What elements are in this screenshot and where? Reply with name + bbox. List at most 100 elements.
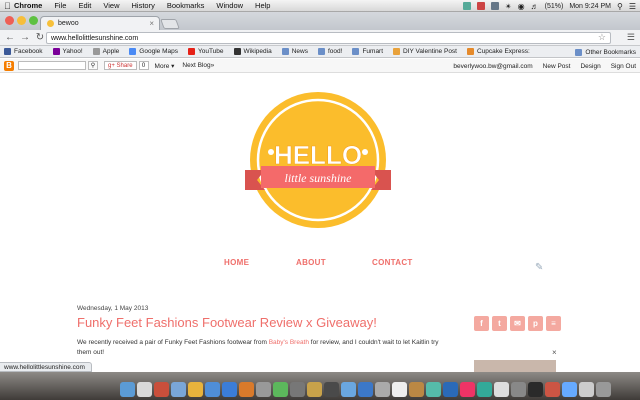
blog-search-input[interactable]: [18, 61, 86, 70]
dock-app-icon[interactable]: [392, 382, 407, 397]
menu-app[interactable]: Chrome: [14, 1, 42, 10]
apple-menu-icon[interactable]: : [4, 0, 14, 12]
next-blog-link[interactable]: Next Blog»: [182, 62, 214, 69]
facebook-icon[interactable]: f: [474, 316, 489, 331]
blog-logo[interactable]: HELLO little sunshine: [243, 90, 393, 240]
dock-app-icon[interactable]: [307, 382, 322, 397]
dock-app-icon[interactable]: [460, 382, 475, 397]
dock-app-icon[interactable]: [324, 382, 339, 397]
settings-menu-icon[interactable]: ☰: [627, 32, 635, 43]
dock-app-icon[interactable]: [358, 382, 373, 397]
dock-app-icon[interactable]: [494, 382, 509, 397]
status-app-icon[interactable]: [476, 2, 485, 10]
search-icon[interactable]: ⚲: [88, 61, 98, 70]
back-arrow-icon[interactable]: ←: [4, 32, 16, 43]
wifi-icon[interactable]: ◉: [518, 2, 525, 11]
bookmark-item[interactable]: News: [281, 48, 308, 55]
status-app-icon[interactable]: [462, 2, 471, 10]
dock-app-icon[interactable]: [239, 382, 254, 397]
bookmark-item[interactable]: Google Maps: [129, 48, 178, 55]
dock-app-icon[interactable]: [120, 382, 135, 397]
bluetooth-icon[interactable]: ✴: [505, 2, 512, 11]
dock-app-icon[interactable]: [205, 382, 220, 397]
dock-app-icon[interactable]: [154, 382, 169, 397]
bookmark-star-icon[interactable]: ☆: [598, 32, 606, 43]
dock-app-icon[interactable]: [511, 382, 526, 397]
dock-app-icon[interactable]: [443, 382, 458, 397]
dock-app-icon[interactable]: [375, 382, 390, 397]
gadget-edit-icon[interactable]: ✎: [535, 262, 543, 273]
bookmark-item[interactable]: Facebook: [4, 48, 43, 55]
tab-active[interactable]: bewoo ×: [40, 16, 160, 30]
sign-out-link[interactable]: Sign Out: [611, 63, 636, 70]
dock-app-icon[interactable]: [545, 382, 560, 397]
post-body-link[interactable]: Baby's Breath: [269, 339, 309, 346]
post-title[interactable]: Funky Feet Fashions Footwear Review x Gi…: [77, 315, 377, 330]
rss-icon[interactable]: ≡: [546, 316, 561, 331]
forward-arrow-icon[interactable]: →: [19, 32, 31, 43]
bookmark-item[interactable]: Apple: [92, 48, 119, 55]
blogger-logo-icon[interactable]: B: [4, 60, 14, 71]
bookmark-label: Wikipedia: [243, 48, 272, 55]
dock-app-icon[interactable]: [290, 382, 305, 397]
email-icon[interactable]: ✉: [510, 316, 525, 331]
reload-icon[interactable]: ↻: [34, 32, 46, 43]
bookmark-item[interactable]: DIY Valentine Post: [393, 48, 457, 55]
dock-app-icon[interactable]: [562, 382, 577, 397]
notification-center-icon[interactable]: ☰: [629, 2, 636, 11]
close-icon[interactable]: ×: [552, 348, 557, 357]
twitter-icon[interactable]: t: [492, 316, 507, 331]
dock-app-icon[interactable]: [188, 382, 203, 397]
dock-app-icon[interactable]: [137, 382, 152, 397]
other-bookmarks[interactable]: Other Bookmarks: [575, 46, 636, 58]
google-plus-share-button[interactable]: g+ Share: [104, 61, 137, 70]
bookmark-item[interactable]: Wikipedia: [233, 48, 272, 55]
address-bar-url[interactable]: www.hellolittlesunshine.com: [51, 35, 138, 42]
dock-app-icon[interactable]: [171, 382, 186, 397]
nav-contact[interactable]: CONTACT: [372, 258, 413, 267]
bookmark-item[interactable]: YouTube: [187, 48, 224, 55]
menu-file[interactable]: File: [54, 1, 66, 10]
bookmark-item[interactable]: Yahoo!: [52, 48, 83, 55]
dock-app-icon[interactable]: [579, 382, 594, 397]
bookmark-favicon-icon: [129, 48, 137, 55]
dock-app-icon[interactable]: [273, 382, 288, 397]
bookmark-item[interactable]: food!: [317, 48, 342, 55]
sidebar-profile-image[interactable]: [474, 360, 556, 372]
dock-app-icon[interactable]: [222, 382, 237, 397]
dock-app-icon[interactable]: [341, 382, 356, 397]
dock-app-icon[interactable]: [256, 382, 271, 397]
dock-app-icon[interactable]: [426, 382, 441, 397]
menu-edit[interactable]: Edit: [78, 1, 91, 10]
volume-icon[interactable]: ♬: [531, 2, 539, 11]
address-bar[interactable]: www.hellolittlesunshine.com ☆: [46, 32, 611, 44]
new-post-link[interactable]: New Post: [543, 63, 571, 70]
pinterest-icon[interactable]: p: [528, 316, 543, 331]
new-tab-button[interactable]: [160, 19, 180, 29]
menu-view[interactable]: View: [103, 1, 119, 10]
menu-history[interactable]: History: [132, 1, 155, 10]
bookmark-item[interactable]: Fumart: [352, 48, 383, 55]
account-email[interactable]: beverlywoo.bw@gmail.com: [453, 63, 532, 70]
more-menu[interactable]: More ▾: [155, 62, 175, 70]
window-close-button[interactable]: [5, 16, 14, 25]
tab-close-icon[interactable]: ×: [149, 19, 154, 28]
window-zoom-button[interactable]: [29, 16, 38, 25]
battery-indicator[interactable]: (51%): [545, 3, 564, 10]
bookmark-item[interactable]: Cupcake Express:: [467, 48, 530, 55]
menu-help[interactable]: Help: [255, 1, 270, 10]
spotlight-search-icon[interactable]: ⚲: [617, 2, 623, 11]
dock-app-icon[interactable]: [477, 382, 492, 397]
status-app-icon[interactable]: [490, 2, 499, 10]
design-link[interactable]: Design: [580, 63, 600, 70]
nav-about[interactable]: ABOUT: [296, 258, 326, 267]
dock-app-icon[interactable]: [596, 382, 611, 397]
menubar-clock[interactable]: Mon 9:24 PM: [569, 3, 611, 10]
dock-app-icon[interactable]: [409, 382, 424, 397]
menu-bookmarks[interactable]: Bookmarks: [167, 1, 205, 10]
nav-home[interactable]: HOME: [224, 258, 249, 267]
menu-window[interactable]: Window: [216, 1, 243, 10]
window-minimize-button[interactable]: [17, 16, 26, 25]
dock-app-icon[interactable]: [528, 382, 543, 397]
post-body: We recently received a pair of Funky Fee…: [77, 338, 449, 358]
